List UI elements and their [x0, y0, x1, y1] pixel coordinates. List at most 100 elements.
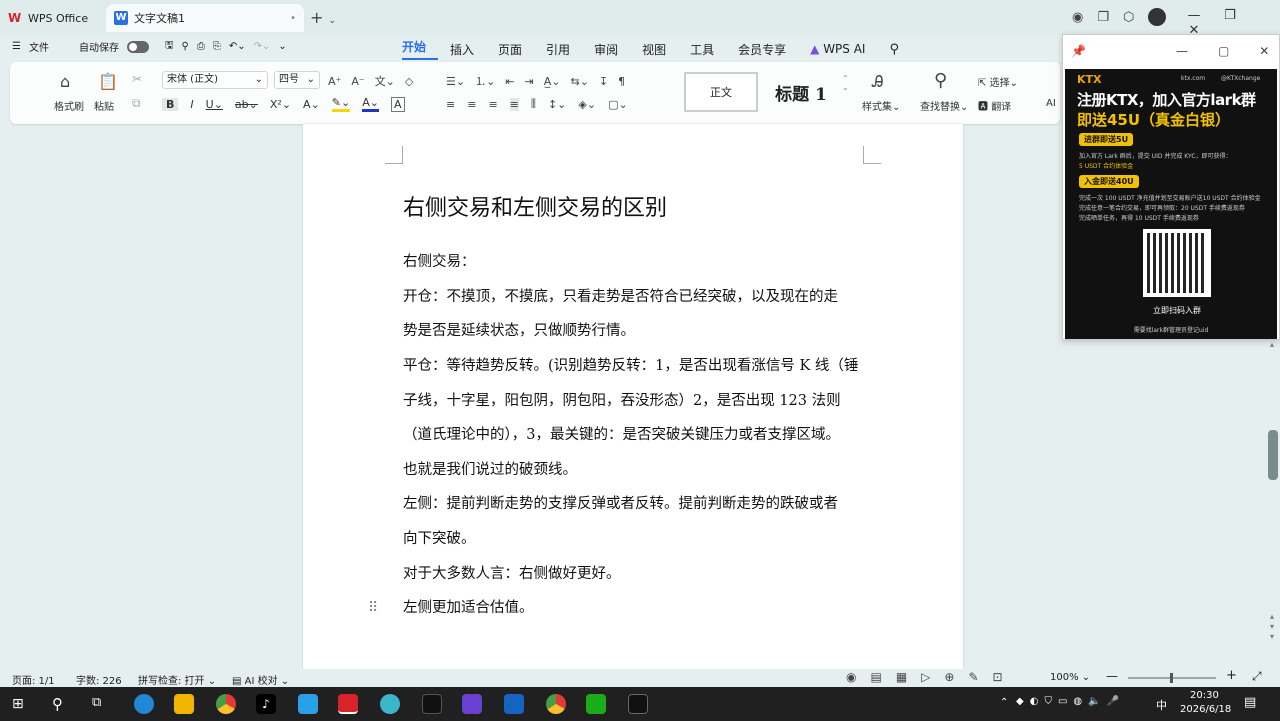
autosave-toggle[interactable]: [126, 40, 149, 53]
strikethrough-icon[interactable]: ab⌄: [235, 98, 258, 111]
font-name-select[interactable]: 宋体 (正文) ⌄: [162, 71, 268, 89]
notification-icon[interactable]: ▤: [1244, 695, 1256, 710]
p-app-icon[interactable]: [462, 694, 482, 714]
web-view-icon[interactable]: ⊕: [944, 670, 954, 684]
windows-start-icon[interactable]: ⊞: [12, 696, 24, 712]
mic-icon[interactable]: 🎤: [1107, 696, 1119, 707]
format-painter-icon[interactable]: ⌂: [60, 72, 70, 91]
align-right-icon[interactable]: ≡: [488, 98, 497, 111]
indent-icon[interactable]: ⇥: [525, 75, 534, 88]
tiktok-icon[interactable]: ♪: [256, 694, 276, 714]
document-title[interactable]: 右侧交易和左侧交易的区别: [403, 190, 667, 222]
paragraph[interactable]: 右侧交易：: [403, 252, 476, 272]
undo-icon[interactable]: ↶⌄: [229, 41, 246, 52]
underline-icon[interactable]: U⌄: [206, 98, 223, 111]
zoom-out-icon[interactable]: —: [1106, 669, 1118, 683]
justify-icon[interactable]: ≡: [509, 97, 519, 111]
ad-close-icon[interactable]: ✕: [1259, 44, 1269, 58]
print-icon[interactable]: ⎙: [197, 41, 205, 52]
paragraph[interactable]: （道氏理论中的），3，最关键的：是否突破关键压力或者支撑区域。: [403, 425, 840, 445]
tab-member[interactable]: 会员专享: [738, 41, 798, 58]
app-icon[interactable]: [298, 694, 318, 714]
ad-minimize-icon[interactable]: —: [1176, 44, 1188, 58]
wechat-icon[interactable]: [586, 694, 606, 714]
clock-date[interactable]: 2026/6/18: [1180, 704, 1231, 715]
show-marks-icon[interactable]: ¶: [618, 75, 625, 88]
align-left-icon[interactable]: ≡: [446, 98, 455, 111]
tray-app-icon[interactable]: ◆: [1016, 696, 1024, 707]
borders-icon[interactable]: ▢⌄: [608, 98, 628, 111]
tab-close-icon[interactable]: •: [290, 13, 296, 24]
sort-icon[interactable]: ↧: [599, 75, 608, 88]
style-scroll-icon[interactable]: ⌃ ⌄: [842, 74, 849, 92]
search-icon[interactable]: ⚲: [889, 42, 911, 57]
chinese-layout-icon[interactable]: A̲⌄: [544, 75, 561, 88]
qr-code[interactable]: [1143, 229, 1211, 297]
play-icon[interactable]: ▷: [921, 670, 930, 684]
file-explorer-icon[interactable]: [174, 694, 194, 714]
print-preview-icon[interactable]: ⎘: [213, 41, 221, 52]
zoom-slider[interactable]: [1128, 673, 1216, 683]
tab-tools[interactable]: 工具: [690, 41, 726, 58]
style-normal[interactable]: 正文: [684, 72, 758, 112]
chrome-icon-2[interactable]: [546, 694, 566, 714]
cut-icon[interactable]: ✂: [132, 72, 142, 86]
tab-home[interactable]: 开始: [402, 38, 439, 60]
shield-icon[interactable]: ⛉: [1044, 696, 1052, 707]
paragraph[interactable]: 向下突破。: [403, 529, 476, 549]
font-color-icon[interactable]: A⌄: [362, 96, 379, 112]
avatar[interactable]: [1148, 8, 1167, 26]
ad-maximize-icon[interactable]: ▢: [1218, 44, 1229, 58]
find-icon[interactable]: ⚲: [934, 70, 947, 91]
distributed-icon[interactable]: ⫼: [531, 97, 536, 111]
chevron-down-icon[interactable]: ⌄: [329, 16, 337, 26]
superscript-icon[interactable]: X²⌄: [270, 98, 291, 111]
clock-time[interactable]: 20:30: [1190, 690, 1219, 701]
paste-icon[interactable]: 📋: [98, 72, 118, 91]
ai-proofread-button[interactable]: ▤ AI 校对 ⌄: [232, 672, 289, 687]
font-size-select[interactable]: 四号 ⌄: [274, 71, 320, 89]
shrink-font-icon[interactable]: A⁻: [351, 75, 364, 88]
paragraph[interactable]: 也就是我们说过的破颈线。: [403, 460, 577, 480]
tab-view[interactable]: 视图: [642, 41, 678, 58]
paragraph[interactable]: 势是否是延续状态，只做顺势行情。: [403, 321, 635, 341]
text-direction-icon[interactable]: ⇆⌄: [570, 75, 588, 88]
paragraph[interactable]: 左侧更加适合估值。: [403, 598, 534, 618]
scroll-up-icon[interactable]: ▴: [1270, 340, 1274, 349]
redo-icon[interactable]: ↷⌄: [254, 41, 271, 52]
paragraph[interactable]: 左侧：提前判断走势的支撑反弹或者反转。提前判断走势的跌破或者: [403, 494, 838, 514]
tab-review[interactable]: 审阅: [594, 41, 630, 58]
zoom-select[interactable]: 100% ⌄: [1050, 672, 1090, 683]
chrome-icon[interactable]: [216, 694, 236, 714]
minimize-icon[interactable]: —: [1176, 8, 1212, 23]
page-view-icon[interactable]: ▤: [870, 670, 881, 684]
paragraph[interactable]: 平仓：等待趋势反转。(识别趋势反转：1，是否出现看涨信号 K 线（锤: [403, 356, 858, 376]
shading-icon[interactable]: ◈⌄: [578, 98, 596, 111]
drag-handle-icon[interactable]: ⠿: [368, 600, 378, 616]
save-icon[interactable]: 🖫: [165, 38, 174, 55]
fit-page-icon[interactable]: ⊡: [993, 670, 1003, 684]
zoom-in-icon[interactable]: +: [1226, 668, 1237, 683]
outline-view-icon[interactable]: ▦: [896, 670, 907, 684]
paragraph[interactable]: 子线，十字星，阳包阴，阴包阳，吞没形态）2，是否出现 123 法则: [403, 391, 841, 411]
grow-font-icon[interactable]: A⁺: [328, 75, 341, 88]
eye-icon[interactable]: ◉: [846, 670, 856, 684]
tab-insert[interactable]: 插入: [450, 41, 486, 58]
browser-icon[interactable]: [380, 694, 400, 714]
char-border-icon[interactable]: A: [390, 96, 405, 112]
paragraph[interactable]: 对于大多数人言：右侧做好更好。: [403, 564, 621, 584]
app-icon-3[interactable]: [628, 694, 648, 714]
word-count[interactable]: 字数: 226: [76, 672, 122, 687]
app-tab[interactable]: W WPS Office: [8, 6, 88, 30]
italic-icon[interactable]: I: [190, 98, 193, 111]
find-replace-button[interactable]: 查找替换⌄: [920, 98, 968, 113]
spell-check-button[interactable]: 拼写检查: 打开 ⌄: [138, 672, 216, 687]
cube-icon[interactable]: ⬡: [1123, 10, 1134, 25]
page-indicator[interactable]: 页面: 1/1: [12, 672, 55, 687]
tray-app-icon[interactable]: ◐: [1030, 696, 1039, 707]
tab-page[interactable]: 页面: [498, 41, 534, 58]
tray-chevron-icon[interactable]: ⌃: [1000, 697, 1008, 708]
line-spacing-icon[interactable]: ↕⌄: [548, 98, 566, 111]
tab-wps-ai[interactable]: ▲ WPS AI: [810, 42, 877, 56]
battery-icon[interactable]: ▭: [1058, 696, 1067, 707]
